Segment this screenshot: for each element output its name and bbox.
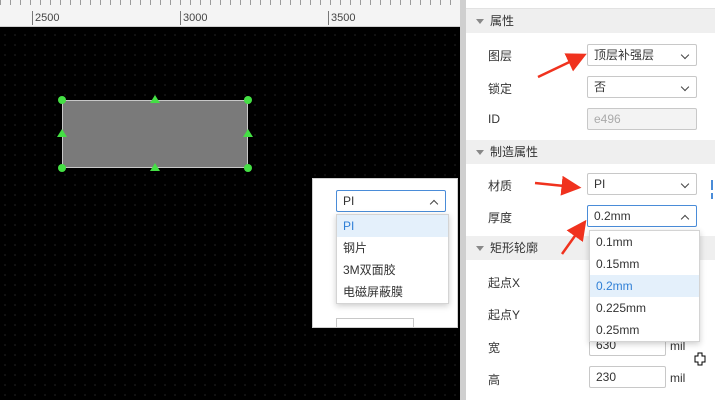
- annotation-arrow: [537, 53, 587, 79]
- annotation-arrow: [560, 219, 587, 255]
- annotation-arrows: [534, 53, 587, 255]
- annotation-arrow: [534, 175, 582, 196]
